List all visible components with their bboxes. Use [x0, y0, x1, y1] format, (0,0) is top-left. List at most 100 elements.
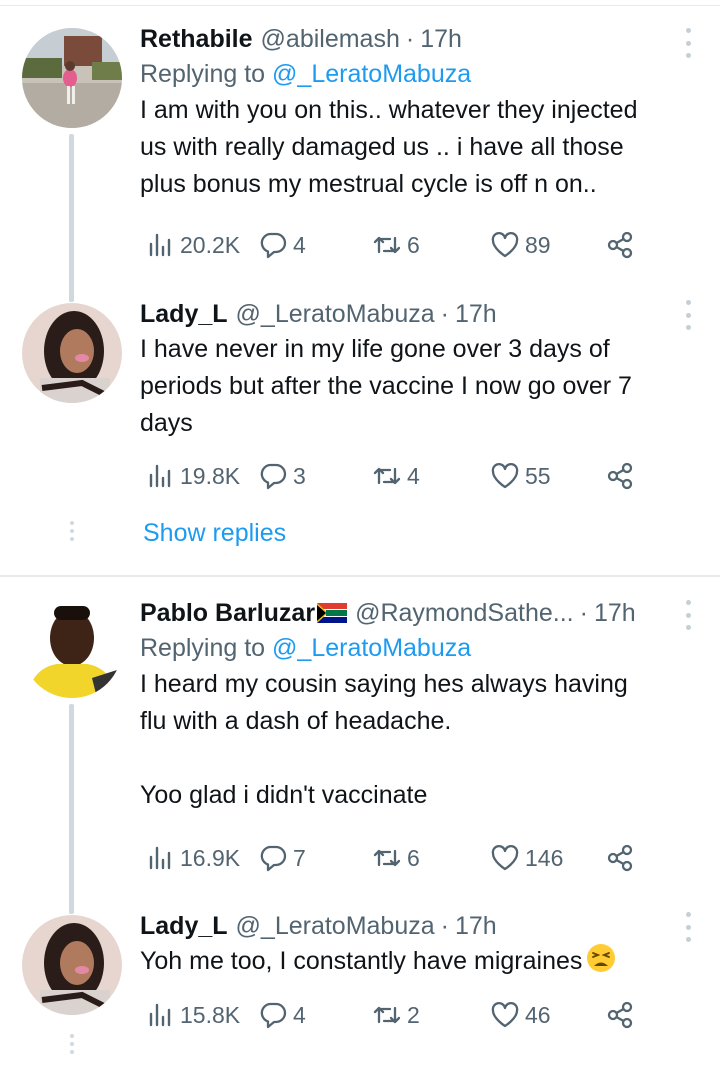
- separator: ·: [440, 911, 449, 940]
- author-handle[interactable]: @_LeratoMabuza: [236, 300, 435, 329]
- views-count: 19.8K: [180, 462, 241, 489]
- timestamp[interactable]: 17h: [594, 599, 636, 628]
- tired-face-emoji-icon: [587, 944, 616, 972]
- like-count: 146: [525, 844, 564, 871]
- reply-icon: [260, 232, 287, 259]
- more-options-icon[interactable]: [684, 912, 692, 942]
- show-replies-link[interactable]: Show replies: [143, 519, 286, 548]
- like-button[interactable]: 55: [490, 456, 551, 496]
- views-icon: [149, 1003, 171, 1027]
- like-button[interactable]: 89: [490, 225, 551, 265]
- heart-icon: [491, 1002, 519, 1028]
- reply-count: 7: [293, 844, 306, 871]
- retweet-count: 6: [407, 844, 420, 871]
- mention-link[interactable]: @_LeratoMabuza: [272, 60, 471, 88]
- tweet-header: Lady_L @_LeratoMabuza · 17h: [140, 297, 698, 331]
- retweet-count: 2: [407, 1001, 420, 1028]
- tweet-content: Lady_L @_LeratoMabuza · 17h Yoh me too, …: [140, 909, 698, 980]
- views-button[interactable]: 16.9K: [145, 838, 240, 878]
- more-options-icon[interactable]: [684, 600, 692, 630]
- reply-icon: [260, 1002, 287, 1029]
- more-options-icon[interactable]: [684, 300, 692, 330]
- tweet-actions: 16.9K 7 6 146: [140, 838, 660, 878]
- replying-to: Replying to @_LeratoMabuza: [140, 630, 698, 666]
- thread-line: [69, 134, 74, 302]
- timestamp[interactable]: 17h: [455, 912, 497, 941]
- author-name[interactable]: Pablo Barluzar: [140, 599, 315, 628]
- like-button[interactable]: 46: [490, 995, 551, 1035]
- timestamp[interactable]: 17h: [420, 25, 462, 54]
- like-count: 55: [525, 462, 551, 489]
- replying-to: Replying to @_LeratoMabuza: [140, 56, 698, 92]
- mention-link[interactable]: @_LeratoMabuza: [272, 634, 471, 662]
- like-count: 46: [525, 1001, 551, 1028]
- heart-icon: [491, 463, 519, 489]
- share-icon: [607, 462, 633, 490]
- thread-divider: [0, 575, 720, 577]
- avatar[interactable]: [22, 303, 122, 403]
- retweet-icon: [373, 236, 401, 254]
- reply-icon: [260, 845, 287, 872]
- retweet-icon: [373, 1006, 401, 1024]
- share-icon: [607, 1001, 633, 1029]
- share-button[interactable]: [605, 225, 635, 265]
- views-count: 16.9K: [180, 844, 241, 871]
- heart-icon: [491, 845, 519, 871]
- author-name[interactable]: Lady_L: [140, 300, 228, 329]
- like-button[interactable]: 146: [490, 838, 563, 878]
- reply-count: 4: [293, 1001, 306, 1028]
- avatar[interactable]: [22, 28, 122, 128]
- tweet-content: Pablo Barluzar @RaymondSathe... · 17h Re…: [140, 596, 698, 814]
- retweet-button[interactable]: 2: [372, 995, 420, 1035]
- reply-icon: [260, 463, 287, 490]
- retweet-icon: [373, 467, 401, 485]
- retweet-button[interactable]: 4: [372, 456, 420, 496]
- views-button[interactable]: 19.8K: [145, 456, 240, 496]
- views-count: 20.2K: [180, 231, 241, 258]
- avatar[interactable]: [22, 598, 122, 698]
- reply-button[interactable]: 3: [258, 456, 306, 496]
- retweet-button[interactable]: 6: [372, 225, 420, 265]
- retweet-button[interactable]: 6: [372, 838, 420, 878]
- author-handle[interactable]: @RaymondSathe...: [355, 599, 574, 628]
- author-name[interactable]: Rethabile: [140, 25, 253, 54]
- retweet-count: 4: [407, 462, 420, 489]
- views-icon: [149, 464, 171, 488]
- replying-label: Replying to: [140, 60, 266, 88]
- author-handle[interactable]: @abilemash: [261, 25, 400, 54]
- tweet-header: Lady_L @_LeratoMabuza · 17h: [140, 909, 698, 943]
- share-button[interactable]: [605, 995, 635, 1035]
- author-name[interactable]: Lady_L: [140, 912, 228, 941]
- tweet-header: Pablo Barluzar @RaymondSathe... · 17h: [140, 596, 698, 630]
- reply-button[interactable]: 7: [258, 838, 306, 878]
- reply-button[interactable]: 4: [258, 225, 306, 265]
- share-icon: [607, 844, 633, 872]
- south-africa-flag-icon: [317, 603, 348, 623]
- author-handle[interactable]: @_LeratoMabuza: [236, 912, 435, 941]
- tweet-text: I have never in my life gone over 3 days…: [140, 335, 632, 437]
- separator: ·: [440, 299, 449, 328]
- replying-label: Replying to: [140, 634, 266, 662]
- views-button[interactable]: 15.8K: [145, 995, 240, 1035]
- share-icon: [607, 231, 633, 259]
- tweet-text: I heard my cousin saying hes always havi…: [140, 670, 628, 809]
- retweet-count: 6: [407, 231, 420, 258]
- tweet-text: Yoh me too, I constantly have migraines: [140, 943, 698, 980]
- views-icon: [149, 233, 171, 257]
- views-button[interactable]: 20.2K: [145, 225, 240, 265]
- share-button[interactable]: [605, 456, 635, 496]
- share-button[interactable]: [605, 838, 635, 878]
- avatar[interactable]: [22, 915, 122, 1015]
- thread-dots: [69, 1034, 74, 1054]
- timestamp[interactable]: 17h: [455, 300, 497, 329]
- tweet-actions: 20.2K 4 6 89: [140, 225, 660, 265]
- tweet-text-content: Yoh me too, I constantly have migraines: [140, 947, 583, 975]
- views-count: 15.8K: [180, 1001, 241, 1028]
- like-count: 89: [525, 231, 551, 258]
- top-divider: [0, 5, 720, 6]
- tweet-actions: 19.8K 3 4 55: [140, 456, 660, 496]
- tweet-content: Lady_L @_LeratoMabuza · 17h I have never…: [140, 297, 698, 442]
- tweet-content: Rethabile @abilemash · 17h Replying to @…: [140, 22, 698, 203]
- reply-button[interactable]: 4: [258, 995, 306, 1035]
- more-options-icon[interactable]: [684, 28, 692, 58]
